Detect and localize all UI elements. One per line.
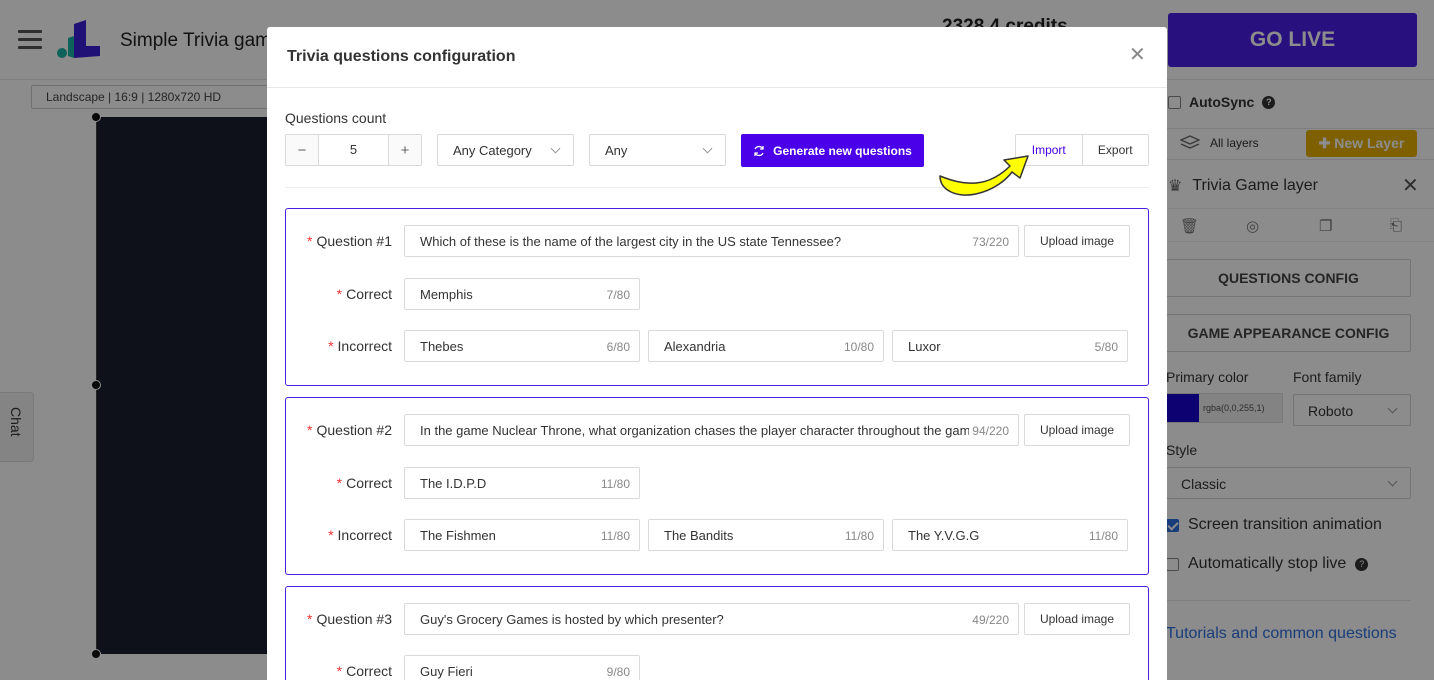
upload-image-button[interactable]: Upload image	[1024, 414, 1130, 446]
close-icon[interactable]: ✕	[1129, 45, 1146, 65]
char-counter: 11/80	[1085, 529, 1118, 543]
correct-answer-input[interactable]: Guy Fieri 9/80	[404, 655, 640, 680]
correct-label: * Correct	[336, 286, 392, 302]
question-card: * Question #3 Guy's Grocery Games is host…	[285, 586, 1149, 680]
chevron-down-icon	[702, 143, 713, 154]
trivia-config-modal: Trivia questions configuration ✕ Questio…	[267, 27, 1167, 680]
export-button[interactable]: Export	[1082, 135, 1148, 165]
incorrect-answer-input[interactable]: The Fishmen 11/80	[404, 519, 640, 551]
question-card: * Question #2 In the game Nuclear Throne,…	[285, 397, 1149, 575]
char-counter: 11/80	[597, 477, 630, 491]
question-text-input[interactable]: Which of these is the name of the larges…	[404, 225, 1019, 257]
question-label: * Question #1	[307, 233, 392, 249]
char-counter: 9/80	[603, 665, 630, 679]
upload-image-button[interactable]: Upload image	[1024, 225, 1130, 257]
question-text-input[interactable]: Guy's Grocery Games is hosted by which p…	[404, 603, 1019, 635]
question-card: * Question #1 Which of these is the name …	[285, 208, 1149, 386]
difficulty-select[interactable]: Any	[589, 134, 726, 166]
questions-count-label: Questions count	[285, 110, 387, 126]
modal-header: Trivia questions configuration ✕	[267, 27, 1167, 88]
upload-image-button[interactable]: Upload image	[1024, 603, 1130, 635]
char-counter: 10/80	[840, 340, 874, 354]
modal-title: Trivia questions configuration	[287, 48, 516, 65]
char-counter: 5/80	[1091, 340, 1118, 354]
question-label: * Question #3	[307, 611, 392, 627]
category-value: Any Category	[453, 143, 532, 158]
incorrect-answer-input[interactable]: Thebes 6/80	[404, 330, 640, 362]
correct-label: * Correct	[336, 475, 392, 491]
decrement-button[interactable]: −	[286, 135, 318, 165]
incorrect-answer-input[interactable]: The Bandits 11/80	[648, 519, 884, 551]
correct-answer-input[interactable]: Memphis 7/80	[404, 278, 640, 310]
incorrect-answer-input[interactable]: Luxor 5/80	[892, 330, 1128, 362]
questions-count-stepper: − 5 +	[285, 134, 422, 166]
import-export-group: Import Export	[1015, 134, 1149, 166]
char-counter: 94/220	[969, 424, 1009, 438]
char-counter: 6/80	[603, 340, 630, 354]
char-counter: 11/80	[841, 529, 874, 543]
char-counter: 73/220	[969, 235, 1009, 249]
increment-button[interactable]: +	[389, 135, 421, 165]
char-counter: 11/80	[597, 529, 630, 543]
correct-answer-input[interactable]: The I.D.P.D 11/80	[404, 467, 640, 499]
refresh-icon	[754, 145, 764, 156]
incorrect-label: * Incorrect	[328, 338, 392, 354]
generate-label: Generate new questions	[773, 143, 912, 158]
chevron-down-icon	[550, 143, 561, 154]
generate-questions-button[interactable]: Generate new questions	[741, 134, 924, 167]
char-counter: 49/220	[969, 613, 1009, 627]
question-label: * Question #2	[307, 422, 392, 438]
questions-count-input[interactable]: 5	[318, 135, 389, 165]
incorrect-answer-input[interactable]: The Y.V.G.G 11/80	[892, 519, 1128, 551]
question-text-input[interactable]: In the game Nuclear Throne, what organiz…	[404, 414, 1019, 446]
difficulty-value: Any	[605, 143, 628, 158]
annotation-arrow-icon	[939, 155, 1029, 196]
char-counter: 7/80	[603, 288, 630, 302]
incorrect-answer-input[interactable]: Alexandria 10/80	[648, 330, 884, 362]
incorrect-label: * Incorrect	[328, 527, 392, 543]
category-select[interactable]: Any Category	[437, 134, 574, 166]
correct-label: * Correct	[336, 663, 392, 679]
